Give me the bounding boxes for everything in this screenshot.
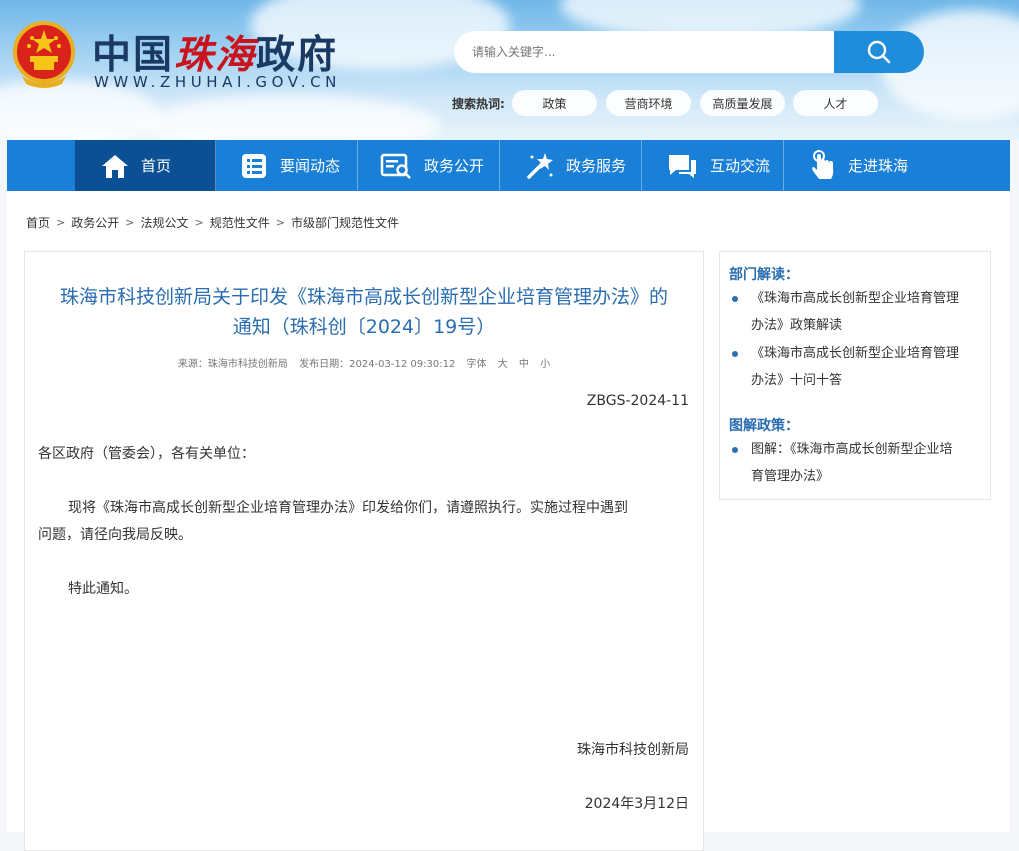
article-meta: 来源：珠海市科技创新局 发布日期：2024-03-12 09:30:12 字体 …: [0, 355, 728, 370]
article-closing: 特此通知。: [68, 581, 138, 597]
news-list-icon: [242, 153, 266, 178]
hot-tag-policy[interactable]: 政策: [512, 90, 597, 116]
hot-tag-quality-dev[interactable]: 高质量发展: [700, 90, 785, 116]
search-button[interactable]: [834, 31, 924, 73]
service-wand-icon: [527, 152, 553, 179]
breadcrumb-separator: >: [125, 216, 135, 229]
breadcrumb-separator: >: [56, 216, 66, 229]
nav-item-label: 政务公开: [424, 157, 485, 175]
article-title-line: 通知（珠科创〔2024〕19号）: [232, 316, 496, 338]
sidebar-item-text: 育管理办法》: [751, 469, 830, 484]
bullet-dot: [732, 447, 738, 453]
article-signature: 珠海市科技创新局: [577, 742, 689, 758]
breadcrumb-home[interactable]: 首页: [26, 214, 50, 231]
site-title-city: 珠海: [174, 32, 257, 78]
breadcrumb-separator: >: [194, 216, 204, 229]
font-size-large-button[interactable]: 大: [498, 359, 508, 370]
nav-item-label: 互动交流: [710, 157, 771, 175]
document-search-icon: [380, 153, 411, 179]
nav-item-gov-affairs[interactable]: 政务公开: [358, 140, 500, 191]
sidebar-graphic-title: 图解政策：: [729, 418, 799, 434]
nav-item-about-zhuhai[interactable]: 走进珠海: [784, 140, 926, 191]
site-title-suffix: 政府: [256, 32, 339, 78]
breadcrumb: 首页 > 政务公开 > 法规公文 > 规范性文件 > 市级部门规范性文件: [26, 214, 399, 231]
article-body-line: 问题，请径向我局反映。: [38, 527, 192, 543]
sidebar-item-text: 办法》十问十答: [751, 373, 843, 388]
sidebar-item-graphic[interactable]: 图解：《珠海市高成长创新型企业培 育管理办法》: [731, 436, 981, 490]
hot-words-label: 搜索热词:: [452, 97, 505, 111]
document-number: ZBGS-2024-11: [586, 393, 689, 409]
article-date: 发布日期：2024-03-12 09:30:12: [299, 359, 456, 370]
national-emblem-icon: [13, 21, 75, 88]
site-title[interactable]: 中国珠海政府: [92, 24, 338, 80]
nav-item-label: 走进珠海: [848, 157, 909, 175]
sidebar-item-text: 图解：《珠海市高成长创新型企业培: [751, 442, 953, 457]
breadcrumb-gov-affairs[interactable]: 政务公开: [71, 214, 119, 231]
breadcrumb-municipal-docs[interactable]: 市级部门规范性文件: [291, 214, 399, 231]
breadcrumb-separator: >: [275, 216, 285, 229]
chat-bubble-icon: [669, 154, 696, 178]
nav-item-home[interactable]: 首页: [75, 140, 216, 191]
sidebar-item-text: 《珠海市高成长创新型企业培育管理: [751, 346, 960, 361]
site-url: WWW.ZHUHAI.GOV.CN: [94, 73, 341, 91]
font-size-small-button[interactable]: 小: [540, 359, 550, 370]
article-sign-date: 2024年3月12日: [584, 796, 689, 812]
nav-item-label: 政务服务: [566, 157, 627, 175]
nav-item-label: 要闻动态: [280, 157, 341, 175]
article-title-line: 珠海市科技创新局关于印发《珠海市高成长创新型企业培育管理办法》的: [59, 286, 668, 308]
main-nav: 首页 要闻动态 政务公开 政务服务 互动交流 走进珠海: [7, 140, 1010, 191]
nav-item-news[interactable]: 要闻动态: [216, 140, 358, 191]
pointer-hand-icon: [812, 149, 834, 179]
sidebar-interpretation-title: 部门解读：: [729, 267, 799, 283]
breadcrumb-normative-docs[interactable]: 规范性文件: [210, 214, 270, 231]
nav-item-gov-services[interactable]: 政务服务: [500, 140, 642, 191]
article-title: 珠海市科技创新局关于印发《珠海市高成长创新型企业培育管理办法》的 通知（珠科创〔…: [0, 282, 728, 342]
font-size-label: 字体: [466, 359, 487, 370]
breadcrumb-regulations[interactable]: 法规公文: [140, 214, 188, 231]
article-source: 来源：珠海市科技创新局: [177, 359, 288, 370]
bullet-dot: [732, 351, 738, 357]
nav-item-interaction[interactable]: 互动交流: [642, 140, 784, 191]
search-input[interactable]: [454, 31, 836, 73]
sidebar-item-text: 办法》政策解读: [751, 318, 843, 333]
home-icon: [102, 154, 128, 178]
font-size-medium-button[interactable]: 中: [519, 359, 529, 370]
hot-tag-talent[interactable]: 人才: [793, 90, 878, 116]
sidebar-item-text: 《珠海市高成长创新型企业培育管理: [751, 291, 960, 306]
site-header: 中国珠海政府 WWW.ZHUHAI.GOV.CN 搜索热词: 政策 营商环境 高…: [0, 0, 1019, 140]
article-body-line: 现将《珠海市高成长创新型企业培育管理办法》印发给你们，请遵照执行。实施过程中遇到: [68, 500, 628, 516]
nav-item-label: 首页: [141, 157, 172, 175]
sidebar-item-interpretation[interactable]: 《珠海市高成长创新型企业培育管理 办法》政策解读: [731, 285, 981, 339]
sidebar-item-qa[interactable]: 《珠海市高成长创新型企业培育管理 办法》十问十答: [731, 340, 981, 394]
article-salutation: 各区政府（管委会），各有关单位：: [38, 446, 255, 462]
search-icon: [867, 40, 891, 64]
bullet-dot: [732, 296, 738, 302]
site-title-prefix: 中国: [92, 32, 175, 78]
hot-tag-business-env[interactable]: 营商环境: [606, 90, 691, 116]
